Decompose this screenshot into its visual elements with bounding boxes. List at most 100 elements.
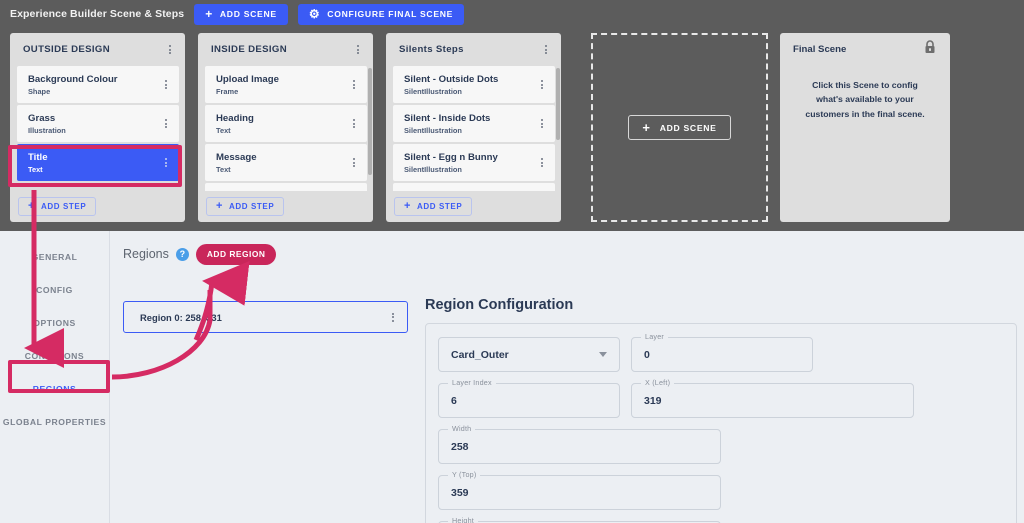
height-field-label: Height bbox=[448, 516, 478, 523]
final-scene-description: Click this Scene to config what's availa… bbox=[805, 80, 925, 119]
region-menu-icon[interactable] bbox=[390, 311, 396, 324]
scene-column-inside-design[interactable]: INSIDE DESIGN Upload Image Frame Heading… bbox=[198, 33, 373, 222]
scene-column-footer: + ADD STEP bbox=[386, 191, 561, 222]
step-menu-icon[interactable] bbox=[539, 78, 545, 91]
step-list-silents-steps: Silent - Outside Dots SilentIllustration… bbox=[386, 66, 561, 191]
list-item[interactable]: Grass Illustration bbox=[17, 105, 179, 142]
step-type: Text bbox=[216, 164, 231, 174]
scene-column-title: INSIDE DESIGN bbox=[211, 44, 287, 55]
width-field-value: 258 bbox=[451, 440, 469, 453]
step-name: Message bbox=[216, 151, 257, 163]
list-item[interactable]: Silent - Inside Dots SilentIllustration bbox=[393, 105, 555, 142]
list-item[interactable]: Heading Text bbox=[205, 105, 367, 142]
y-top-field-value: 359 bbox=[451, 486, 469, 499]
sidebar-item-conditions[interactable]: CONDITIONS bbox=[0, 339, 109, 372]
sidebar-item-regions[interactable]: REGIONS bbox=[0, 372, 109, 405]
list-item[interactable] bbox=[205, 183, 367, 191]
step-menu-icon[interactable] bbox=[163, 78, 169, 91]
layer-field[interactable]: Layer 0 bbox=[631, 332, 813, 372]
sidebar-item-global-properties[interactable]: GLOBAL PROPERTIES bbox=[0, 405, 109, 438]
scene-column-footer: + ADD STEP bbox=[198, 191, 373, 222]
region-list: Region 0: 258 x 31 bbox=[123, 301, 408, 333]
add-scene-placeholder[interactable]: + ADD SCENE bbox=[591, 33, 768, 222]
step-menu-icon[interactable] bbox=[163, 156, 169, 169]
page-title: Experience Builder Scene & Steps bbox=[10, 8, 185, 20]
step-type: SilentIllustration bbox=[404, 164, 462, 174]
add-scene-ghost-button[interactable]: + ADD SCENE bbox=[628, 115, 731, 140]
scene-column-footer: + ADD STEP bbox=[10, 191, 185, 222]
scene-column-header: OUTSIDE DESIGN bbox=[10, 33, 185, 66]
configure-final-scene-button[interactable]: ⚙ CONFIGURE FINAL SCENE bbox=[297, 3, 465, 25]
list-item[interactable] bbox=[393, 183, 555, 191]
step-name: Silent - Inside Dots bbox=[404, 112, 491, 124]
add-scene-ghost-label: ADD SCENE bbox=[659, 122, 717, 133]
sidebar-item-options[interactable]: OPTIONS bbox=[0, 306, 109, 339]
sidebar-item-general[interactable]: GENERAL bbox=[0, 240, 109, 273]
y-top-field[interactable]: Y (Top) 359 bbox=[438, 470, 721, 510]
scene-column-header: INSIDE DESIGN bbox=[198, 33, 373, 66]
layer-index-field-value: 6 bbox=[451, 394, 457, 407]
step-menu-icon[interactable] bbox=[163, 117, 169, 130]
step-name: Background Colour bbox=[28, 73, 118, 85]
scene-column-menu-icon[interactable] bbox=[543, 43, 549, 56]
scene-column-outside-design[interactable]: OUTSIDE DESIGN Background Colour Shape G… bbox=[10, 33, 185, 222]
list-item[interactable]: Message Text bbox=[205, 144, 367, 181]
scene-column-menu-icon[interactable] bbox=[355, 43, 361, 56]
board-header: Experience Builder Scene & Steps + ADD S… bbox=[0, 0, 1024, 28]
scene-column-title: OUTSIDE DESIGN bbox=[23, 44, 110, 55]
step-type: SilentIllustration bbox=[404, 125, 462, 135]
add-scene-button[interactable]: + ADD SCENE bbox=[194, 3, 288, 25]
list-item[interactable]: Silent - Egg n Bunny SilentIllustration bbox=[393, 144, 555, 181]
step-type: SilentIllustration bbox=[404, 86, 462, 96]
width-field[interactable]: Width 258 bbox=[438, 424, 721, 464]
scrollbar-vertical[interactable] bbox=[556, 68, 560, 140]
layer-field-value: 0 bbox=[644, 348, 650, 361]
scene-column-silents-steps[interactable]: Silents Steps Silent - Outside Dots Sile… bbox=[386, 33, 561, 222]
add-region-button[interactable]: ADD REGION bbox=[195, 243, 277, 265]
final-scene-card[interactable]: Final Scene Click this Scene to config w… bbox=[780, 33, 950, 222]
region-configuration-title: Region Configuration bbox=[425, 297, 574, 313]
add-step-label: ADD STEP bbox=[229, 202, 275, 211]
width-field-label: Width bbox=[448, 424, 476, 433]
list-item[interactable]: Silent - Outside Dots SilentIllustration bbox=[393, 66, 555, 103]
final-scene-title: Final Scene bbox=[793, 44, 847, 55]
step-list-inside-design: Upload Image Frame Heading Text Message bbox=[198, 66, 373, 191]
properties-panel: GENERAL CONFIG OPTIONS CONDITIONS REGION… bbox=[0, 231, 1024, 523]
target-select[interactable]: Card_Outer bbox=[438, 337, 620, 372]
target-select-value: Card_Outer bbox=[451, 348, 509, 361]
list-item[interactable]: Region 0: 258 x 31 bbox=[123, 301, 408, 333]
step-type: Text bbox=[28, 164, 43, 174]
step-menu-icon[interactable] bbox=[351, 78, 357, 91]
step-name: Silent - Egg n Bunny bbox=[404, 151, 498, 163]
add-step-button[interactable]: + ADD STEP bbox=[18, 197, 97, 216]
scene-column-menu-icon[interactable] bbox=[167, 43, 173, 56]
step-type: Text bbox=[216, 125, 231, 135]
final-scene-header: Final Scene bbox=[780, 33, 950, 66]
region-label: Region 0: 258 x 31 bbox=[140, 311, 222, 323]
scene-column-header: Silents Steps bbox=[386, 33, 561, 66]
x-left-field[interactable]: X (Left) 319 bbox=[631, 378, 914, 418]
add-step-button[interactable]: + ADD STEP bbox=[394, 197, 473, 216]
scrollbar-vertical[interactable] bbox=[368, 68, 372, 175]
step-menu-icon[interactable] bbox=[539, 117, 545, 130]
step-menu-icon[interactable] bbox=[351, 117, 357, 130]
side-nav: GENERAL CONFIG OPTIONS CONDITIONS REGION… bbox=[0, 231, 110, 523]
plus-icon: + bbox=[28, 200, 36, 212]
scene-board: Experience Builder Scene & Steps + ADD S… bbox=[0, 0, 1024, 231]
list-item[interactable]: Background Colour Shape bbox=[17, 66, 179, 103]
step-menu-icon[interactable] bbox=[351, 156, 357, 169]
plus-icon: + bbox=[404, 200, 412, 212]
list-item-selected[interactable]: Title Text bbox=[17, 144, 179, 181]
layer-index-field[interactable]: Layer Index 6 bbox=[438, 378, 620, 418]
sidebar-item-config[interactable]: CONFIG bbox=[0, 273, 109, 306]
help-icon[interactable]: ? bbox=[175, 247, 189, 261]
region-configuration: Region Configuration Card_Outer Layer 0 … bbox=[425, 297, 1017, 523]
layer-index-field-label: Layer Index bbox=[448, 378, 496, 387]
plus-icon: + bbox=[642, 120, 651, 135]
step-menu-icon[interactable] bbox=[539, 156, 545, 169]
list-item[interactable]: Upload Image Frame bbox=[205, 66, 367, 103]
add-step-button[interactable]: + ADD STEP bbox=[206, 197, 285, 216]
add-scene-button-label: ADD SCENE bbox=[219, 9, 277, 19]
step-type: Shape bbox=[28, 86, 51, 96]
regions-header: Regions ? ADD REGION bbox=[123, 243, 1024, 265]
